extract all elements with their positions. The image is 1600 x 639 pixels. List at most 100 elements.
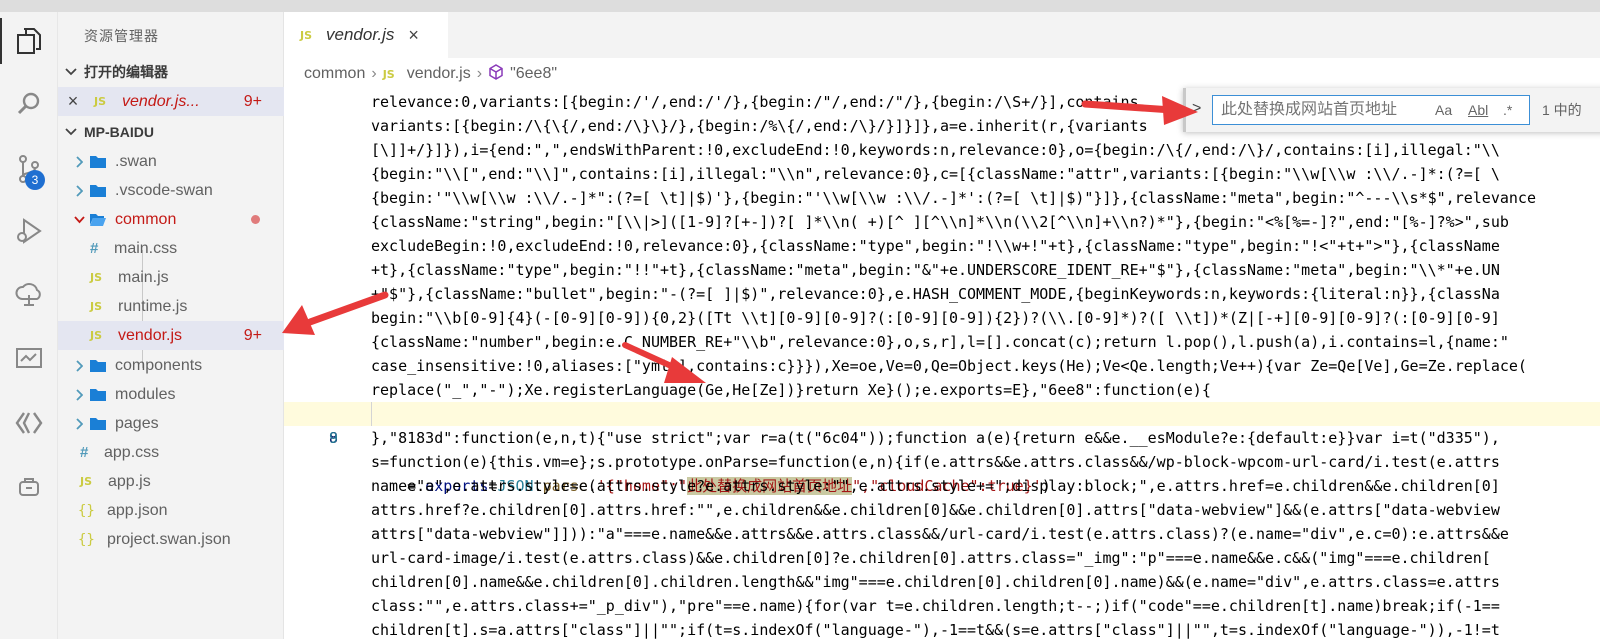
- modified-dot: [251, 215, 260, 224]
- source-control-icon[interactable]: 3: [0, 140, 58, 198]
- tab-label: vendor.js: [326, 25, 395, 44]
- explorer-icon[interactable]: [0, 12, 58, 70]
- project-header[interactable]: MP-BAIDU: [58, 118, 284, 146]
- folder-open-icon: [90, 214, 106, 226]
- tree-item-label: common: [115, 210, 177, 228]
- problem-badge: 9+: [243, 326, 262, 344]
- tree-folder-swan[interactable]: .swan: [58, 147, 284, 176]
- match-count: 1 中的: [1542, 102, 1582, 118]
- code-line: attrs.href?e.children[0].attrs.href:"",e…: [284, 498, 1600, 522]
- module-symbol-icon: [488, 63, 504, 85]
- find-widget: > Aa Abl .* 1 中的: [1183, 88, 1600, 132]
- code-line: +t},{className:"type",begin:"!!"+t},{cla…: [284, 258, 1600, 282]
- code-line: name="a",e.attrs.style=e.attrs.style?e.a…: [284, 474, 1600, 498]
- js-file-icon: JS: [94, 95, 107, 108]
- chevron-down-icon: [58, 128, 84, 136]
- js-file-icon: JS: [382, 67, 395, 81]
- line-text: s=function(e){this.vm=e};s.prototype.onP…: [371, 453, 1500, 471]
- code-line: class:"",e.attrs.class+="_p_div"),"pre"=…: [284, 594, 1600, 618]
- line-text: +t},{className:"type",begin:"!!"+t},{cla…: [371, 261, 1500, 279]
- problem-badge: 9+: [243, 92, 262, 110]
- tree-item-label: main.css: [114, 239, 178, 257]
- line-text: attrs["data-webview"]])):"a"===e.name&&e…: [371, 525, 1509, 543]
- whole-word-button[interactable]: Abl: [1468, 102, 1488, 118]
- tree-file-main-js[interactable]: JS main.js: [58, 263, 284, 292]
- breadcrumb-file[interactable]: vendor.js: [407, 65, 471, 83]
- tree-folder-components[interactable]: components: [58, 351, 284, 380]
- code-line: url-card-image/i.test(e.attrs.class)&&e.…: [284, 546, 1600, 570]
- close-icon[interactable]: ×: [60, 91, 86, 112]
- sidebar-title: 资源管理器: [84, 28, 159, 44]
- regex-button[interactable]: .*: [1503, 102, 1512, 118]
- project-label: MP-BAIDU: [84, 124, 154, 140]
- tree-file-app-css[interactable]: # app.css: [58, 438, 284, 467]
- window-top-strip: [0, 0, 1600, 12]
- tree-item-label: main.js: [118, 268, 169, 286]
- folder-icon: [90, 418, 106, 430]
- chevron-right-icon: [72, 417, 86, 430]
- folder-icon: [90, 185, 106, 197]
- breadcrumb-folder[interactable]: common: [304, 65, 365, 83]
- open-editor-item-vendor[interactable]: × JS vendor.js... 9+: [58, 87, 284, 116]
- chevron-right-icon: ›: [371, 65, 377, 82]
- tree-file-main-css[interactable]: # main.css: [58, 234, 284, 263]
- tree-file-app-js[interactable]: JS app.js: [58, 467, 284, 496]
- tree-item-label: modules: [115, 385, 176, 403]
- line-text: relevance:0,variants:[{begin:/'/,end:/'/…: [371, 93, 1139, 111]
- json-file-icon: {}: [78, 531, 95, 548]
- js-file-icon: JS: [300, 28, 313, 42]
- tree-folder-modules[interactable]: modules: [58, 380, 284, 409]
- extension-icon[interactable]: [0, 458, 58, 516]
- tree-folder-pages[interactable]: pages: [58, 409, 284, 438]
- source-control-badge: 3: [25, 170, 45, 190]
- tree-file-app-json[interactable]: {} app.json: [58, 496, 284, 525]
- tree-folder-common[interactable]: common: [58, 205, 284, 234]
- activity-bar: 3: [0, 12, 58, 639]
- search-icon[interactable]: [0, 74, 58, 132]
- tree-item-label: .swan: [115, 152, 157, 170]
- code-line: begin:"\\b[0-9]{4}(-[0-9][0-9]){0,2}([Tt…: [284, 306, 1600, 330]
- cloud-icon[interactable]: [0, 266, 58, 324]
- editor-area: JS vendor.js × common › JS vendor.js › "…: [284, 12, 1600, 639]
- line-text: begin:"\\b[0-9]{4}(-[0-9][0-9]){0,2}([Tt…: [371, 309, 1500, 327]
- debug-icon[interactable]: [0, 202, 58, 260]
- folder-icon: [90, 156, 106, 168]
- line-text: replace("_","-");Xe.registerLanguage(Ge,…: [371, 381, 1211, 399]
- code-line: {begin:"\\[",end:"\\]",contains:[i],ille…: [284, 162, 1600, 186]
- tree-folder-vscode-swan[interactable]: .vscode-swan: [58, 176, 284, 205]
- tree-file-runtime-js[interactable]: JS runtime.js: [58, 292, 284, 321]
- close-icon[interactable]: ×: [408, 25, 419, 46]
- open-editors-header[interactable]: 打开的编辑器: [58, 58, 284, 86]
- chevron-right-icon: [72, 184, 86, 197]
- code-line: children[t].s=a.attrs["class"]||"";if(t=…: [284, 618, 1600, 639]
- tab-bar: JS vendor.js ×: [284, 12, 1600, 58]
- tree-item-label: app.js: [108, 472, 151, 490]
- match-case-button[interactable]: Aa: [1435, 102, 1452, 118]
- chevron-right-icon: [72, 359, 86, 372]
- line-text: {begin:"\\[",end:"\\]",contains:[i],ille…: [371, 165, 1500, 183]
- code-line: s=function(e){this.vm=e};s.prototype.onP…: [284, 450, 1600, 474]
- code-line: [\]]+/}]}),i={end:",",endsWithParent:!0,…: [284, 138, 1600, 162]
- line-text: name="a",e.attrs.style=e.attrs.style?e.a…: [371, 477, 1500, 495]
- swan-icon[interactable]: [0, 394, 58, 452]
- code-editor[interactable]: relevance:0,variants:[{begin:/'/,end:/'/…: [284, 90, 1600, 639]
- line-text: attrs.href?e.children[0].attrs.href:"",e…: [371, 501, 1500, 519]
- line-text: url-card-image/i.test(e.attrs.class)&&e.…: [371, 549, 1491, 567]
- breadcrumb-symbol[interactable]: "6ee8": [510, 65, 557, 83]
- toggle-replace-icon[interactable]: >: [1192, 100, 1201, 118]
- tab-vendor-js[interactable]: JS vendor.js ×: [284, 12, 448, 58]
- find-input[interactable]: [1213, 101, 1413, 119]
- line-text: [\]]+/}]}),i={end:",",endsWithParent:!0,…: [371, 141, 1500, 159]
- js-file-icon: JS: [90, 329, 103, 342]
- line-text: {className:"string",begin:"[\\|>]([1-9]?…: [371, 213, 1509, 231]
- monitor-icon[interactable]: [0, 330, 58, 388]
- code-line: {className:"string",begin:"[\\|>]([1-9]?…: [284, 210, 1600, 234]
- code-line: excludeBegin:!0,excludeEnd:!0,relevance:…: [284, 234, 1600, 258]
- tree-item-label: project.swan.json: [107, 530, 231, 548]
- css-file-icon: #: [80, 444, 89, 461]
- tree-file-project-swan-json[interactable]: {} project.swan.json: [58, 525, 284, 554]
- js-file-icon: JS: [80, 475, 93, 488]
- chevron-right-icon: [72, 388, 86, 401]
- chevron-right-icon: [72, 155, 86, 168]
- tree-file-vendor-js[interactable]: JS vendor.js 9+: [58, 321, 284, 350]
